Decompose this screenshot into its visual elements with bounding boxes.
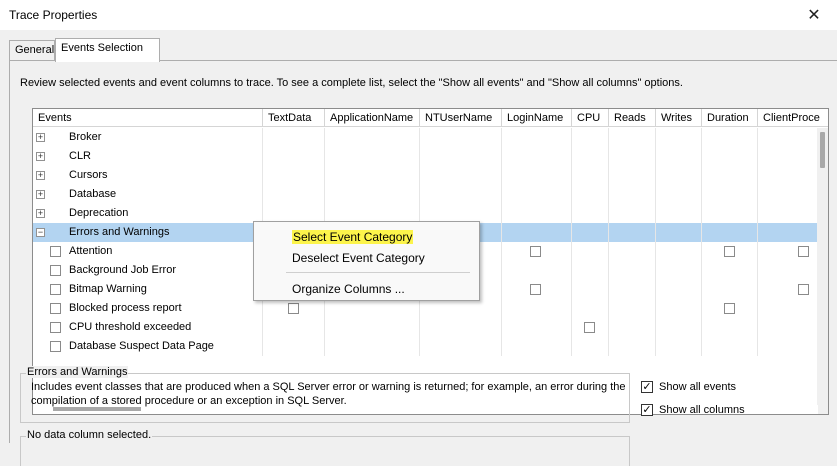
vertical-scroll-thumb[interactable]: [820, 132, 825, 168]
column-description-title: No data column selected.: [26, 429, 153, 441]
tab-general[interactable]: General: [9, 40, 55, 61]
row-label: Database: [69, 188, 117, 200]
row-label: Errors and Warnings: [69, 226, 170, 238]
column-header-duration[interactable]: Duration: [702, 109, 758, 127]
row-label: Database Suspect Data Page: [69, 340, 214, 352]
column-checkbox-duration[interactable]: [724, 246, 735, 257]
column-divider: [501, 128, 502, 356]
close-icon: ✕: [807, 7, 821, 24]
menu-item-deselect-event-category[interactable]: Deselect Event Category: [292, 251, 425, 265]
collapse-icon[interactable]: −: [36, 228, 45, 237]
event-checkbox[interactable]: [50, 246, 61, 257]
vertical-scrollbar[interactable]: [817, 128, 828, 414]
column-header-applicationname[interactable]: ApplicationName: [325, 109, 420, 127]
expand-icon[interactable]: +: [36, 152, 45, 161]
menu-separator: [286, 272, 470, 273]
column-header-ntusername[interactable]: NTUserName: [420, 109, 502, 127]
window-title: Trace Properties: [9, 8, 98, 22]
context-menu: Select Event Category Deselect Event Cat…: [253, 221, 480, 301]
column-divider: [571, 128, 572, 356]
column-divider: [757, 128, 758, 356]
event-description-title: Errors and Warnings: [26, 366, 129, 378]
column-header-events[interactable]: Events: [33, 109, 263, 127]
column-header-reads[interactable]: Reads: [609, 109, 656, 127]
menu-item-select-event-category[interactable]: Select Event Category: [292, 230, 414, 244]
row-label: Deprecation: [69, 207, 129, 219]
close-button[interactable]: ✕: [791, 0, 837, 30]
row-label: CLR: [69, 150, 92, 162]
event-description-text: Includes event classes that are produced…: [31, 381, 626, 407]
column-description-group: No data column selected.: [20, 429, 630, 466]
row-label: Background Job Error: [69, 264, 176, 276]
show-all-events-checkbox[interactable]: ✓: [641, 381, 653, 393]
column-checkbox-clientprocessid[interactable]: [798, 284, 809, 295]
show-all-columns-checkbox[interactable]: ✓: [641, 404, 653, 416]
event-checkbox[interactable]: [50, 341, 61, 352]
event-checkbox[interactable]: [50, 303, 61, 314]
event-checkbox[interactable]: [50, 284, 61, 295]
event-checkbox[interactable]: [50, 322, 61, 333]
column-checkbox-clientprocessid[interactable]: [798, 246, 809, 257]
grid-header: Events TextData ApplicationName NTUserNa…: [33, 109, 828, 127]
column-header-clientprocessid[interactable]: ClientProce: [758, 109, 828, 127]
column-divider: [655, 128, 656, 356]
column-header-cpu[interactable]: CPU: [572, 109, 609, 127]
expand-icon[interactable]: +: [36, 190, 45, 199]
row-label: CPU threshold exceeded: [69, 321, 192, 333]
tab-events-selection[interactable]: Events Selection: [55, 38, 160, 62]
column-checkbox-duration[interactable]: [724, 303, 735, 314]
column-checkbox-textdata[interactable]: [288, 303, 299, 314]
event-description-group: Errors and Warnings Includes event class…: [20, 366, 630, 423]
column-divider: [608, 128, 609, 356]
expand-icon[interactable]: +: [36, 209, 45, 218]
show-all-columns-label: Show all columns: [659, 404, 745, 416]
column-checkbox-loginname[interactable]: [530, 284, 541, 295]
row-label: Broker: [69, 131, 102, 143]
column-divider: [701, 128, 702, 356]
column-checkbox-loginname[interactable]: [530, 246, 541, 257]
title-bar: Trace Properties ✕: [0, 0, 837, 30]
row-label: Blocked process report: [69, 302, 182, 314]
show-all-events-label: Show all events: [659, 381, 737, 393]
row-label: Attention: [69, 245, 113, 257]
column-checkbox-cpu[interactable]: [584, 322, 595, 333]
expand-icon[interactable]: +: [36, 133, 45, 142]
instructions-text: Review selected events and event columns…: [20, 77, 683, 89]
column-header-writes[interactable]: Writes: [656, 109, 702, 127]
event-checkbox[interactable]: [50, 265, 61, 276]
menu-item-organize-columns[interactable]: Organize Columns ...: [292, 282, 405, 296]
expand-icon[interactable]: +: [36, 171, 45, 180]
column-header-loginname[interactable]: LoginName: [502, 109, 572, 127]
row-label: Cursors: [69, 169, 108, 181]
column-header-textdata[interactable]: TextData: [263, 109, 325, 127]
row-label: Bitmap Warning: [69, 283, 147, 295]
